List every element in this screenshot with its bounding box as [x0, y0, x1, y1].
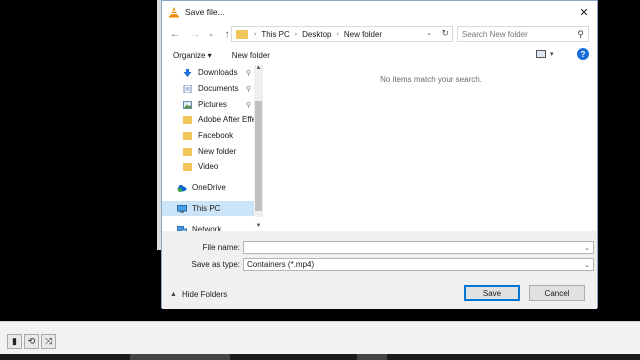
download-icon [183, 68, 192, 77]
pin-icon: ⚲ [245, 85, 251, 93]
chevron-down-icon[interactable]: ⌄ [426, 29, 432, 37]
sidebar-item-onedrive[interactable]: OneDrive [177, 180, 255, 195]
sidebar-item-this-pc[interactable]: This PC [162, 201, 254, 216]
documents-icon [183, 84, 192, 93]
computer-icon [177, 204, 187, 213]
seek-segment [357, 354, 387, 360]
folder-icon [183, 147, 192, 156]
organize-button[interactable]: Organize ▾ [173, 51, 212, 60]
dialog-title: Save file... [185, 7, 225, 17]
view-options-icon[interactable] [536, 50, 546, 58]
sidebar-item-label: This PC [192, 204, 221, 213]
sidebar-item-pictures[interactable]: Pictures ⚲ [183, 97, 255, 112]
close-icon: ✕ [579, 6, 589, 19]
folder-icon [183, 131, 192, 140]
sidebar-item-label: OneDrive [192, 183, 226, 192]
sidebar-item-label: Documents [198, 84, 239, 93]
seek-bar[interactable] [0, 354, 640, 360]
frame-icon[interactable]: ▮ [7, 334, 22, 349]
cancel-button[interactable]: Cancel [529, 285, 585, 301]
search-input[interactable] [462, 29, 572, 39]
file-name-input[interactable] [247, 243, 581, 252]
cloud-icon [177, 184, 187, 192]
chevron-up-icon: ▲ [170, 291, 177, 298]
recent-dropdown-icon[interactable]: ⌄ [204, 26, 218, 42]
sidebar-item-label: Adobe After Effe [198, 115, 255, 124]
file-name-label: File name: [202, 243, 240, 252]
nav-scrollbar[interactable]: ▲ [254, 65, 263, 217]
sidebar-item-downloads[interactable]: Downloads ⚲ [183, 65, 255, 80]
scrollbar-thumb[interactable] [255, 101, 262, 211]
seek-segment [130, 354, 230, 360]
sidebar-item-label: Video [198, 162, 219, 171]
sidebar-item-documents[interactable]: Documents ⚲ [183, 81, 255, 96]
close-button[interactable]: ✕ [571, 1, 597, 23]
toolbar: Organize ▾ New folder ▾ ? [162, 45, 597, 65]
save-as-type-value: Containers (*.mp4) [247, 260, 315, 269]
breadcrumb-desktop[interactable]: Desktop [302, 30, 331, 39]
pin-icon: ⚲ [245, 101, 251, 109]
sidebar-item-label: Downloads [198, 68, 238, 77]
pin-icon: ⚲ [245, 69, 251, 77]
empty-message: No items match your search. [380, 75, 482, 84]
chevron-right-icon: › [254, 30, 257, 38]
breadcrumb-new-folder[interactable]: New folder [344, 30, 382, 39]
hide-folders-label: Hide Folders [181, 290, 228, 299]
chevron-right-icon: › [336, 30, 339, 38]
save-form: File name: ⌄ Save as type: Containers (*… [162, 231, 597, 309]
sidebar-item-facebook[interactable]: Facebook [183, 128, 255, 143]
back-icon[interactable]: ← [168, 26, 182, 42]
search-box[interactable]: ⚲ [457, 26, 589, 42]
refresh-icon[interactable]: ↻ [441, 28, 449, 39]
sidebar-item-label: Pictures [198, 100, 227, 109]
sidebar-item-video[interactable]: Video [183, 159, 255, 174]
chevron-down-icon: ⌄ [584, 261, 590, 269]
address-row: ← → ⌄ ↑ › This PC › Desktop › New folder… [162, 23, 597, 45]
folder-icon [183, 162, 192, 171]
sidebar-item-adobe-after-effects[interactable]: Adobe After Effe [183, 112, 255, 127]
address-bar[interactable]: › This PC › Desktop › New folder ⌄ ↻ [231, 26, 453, 42]
sidebar-item-label: New folder [198, 147, 237, 156]
save-button[interactable]: Save [464, 285, 520, 301]
forward-icon[interactable]: → [188, 26, 202, 42]
chevron-up-icon[interactable]: ▲ [254, 65, 263, 75]
sidebar-item-label: Facebook [198, 131, 234, 140]
shuffle-icon[interactable]: ⤨ [41, 334, 56, 349]
folder-icon [236, 29, 248, 39]
file-list[interactable]: No items match your search. [265, 65, 597, 231]
sidebar-item-new-folder[interactable]: New folder [183, 144, 255, 159]
loop-icon[interactable]: ⟲ [24, 334, 39, 349]
save-as-type-label: Save as type: [191, 260, 240, 269]
vlc-cone-icon [168, 6, 180, 18]
save-file-dialog: Save file... ✕ ← → ⌄ ↑ › This PC › Deskt… [161, 0, 598, 309]
title-bar: Save file... ✕ [162, 1, 597, 23]
navigation-pane: Downloads ⚲ Documents ⚲ Pictures ⚲ Adobe… [162, 65, 263, 234]
hide-folders-button[interactable]: ▲ Hide Folders [170, 290, 227, 299]
breadcrumb-this-pc[interactable]: This PC [261, 30, 289, 39]
chevron-down-icon[interactable]: ▾ [550, 50, 554, 58]
search-icon: ⚲ [577, 29, 584, 39]
folder-icon [183, 115, 192, 124]
chevron-down-icon[interactable]: ⌄ [581, 244, 593, 252]
save-as-type-select[interactable]: Containers (*.mp4) ⌄ [243, 258, 594, 271]
chevron-right-icon: › [294, 30, 298, 38]
file-name-field[interactable]: ⌄ [243, 241, 594, 254]
pictures-icon [183, 100, 192, 109]
new-folder-button[interactable]: New folder [232, 51, 270, 60]
help-icon[interactable]: ? [577, 48, 589, 60]
